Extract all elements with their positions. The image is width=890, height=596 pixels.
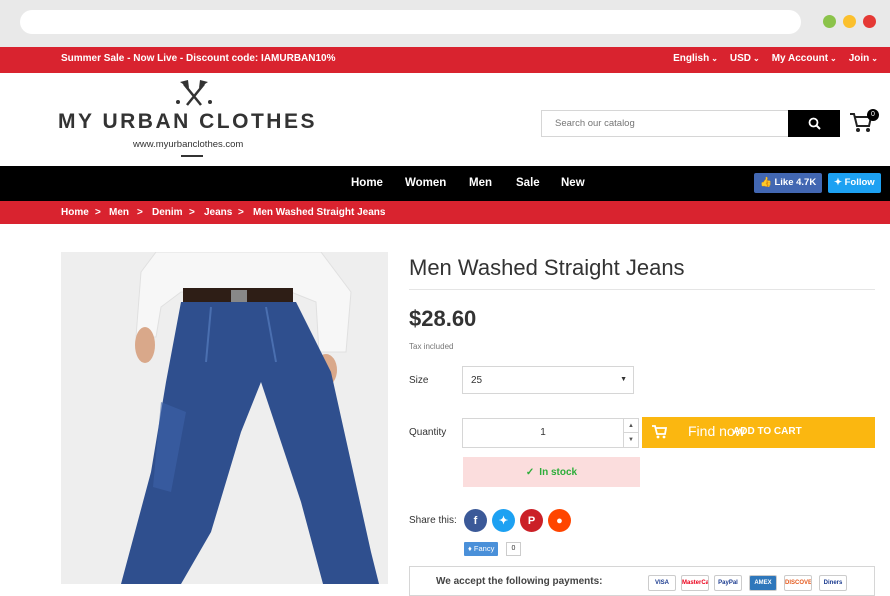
logo-url: www.myurbanclothes.com (133, 139, 244, 150)
quantity-input[interactable]: 1 (462, 418, 624, 448)
size-select[interactable]: 25 ▼ (462, 366, 634, 394)
cart-button[interactable]: 0 (849, 109, 879, 136)
window-close-dot[interactable] (863, 15, 876, 28)
jeans-model-image (121, 252, 379, 584)
nav-men[interactable]: Men (469, 177, 492, 189)
my-account-menu[interactable]: My Account ⌄ (772, 53, 837, 64)
add-to-cart-button[interactable]: Find now ADD TO CART (642, 417, 875, 448)
twitter-bird-icon: ✦ (834, 177, 842, 188)
nav-sale[interactable]: Sale (516, 177, 540, 189)
language-selector[interactable]: English ⌄ (673, 53, 718, 64)
twitter-follow-button[interactable]: ✦ Follow (828, 173, 881, 193)
visa-card-icon: VISA (648, 575, 676, 591)
payments-text: We accept the following payments: (436, 576, 603, 587)
chevron-down-icon: ⌄ (830, 54, 837, 63)
tax-note: Tax included (409, 342, 454, 351)
paypal-icon: PayPal (714, 575, 742, 591)
cart-count-badge: 0 (867, 109, 879, 121)
promo-text: Summer Sale - Now Live - Discount code: … (61, 53, 336, 64)
top-announcement-bar: Summer Sale - Now Live - Discount code: … (0, 47, 890, 73)
breadcrumb-separator: > (189, 207, 195, 218)
breadcrumb: Home > Men > Denim > Jeans > Men Washed … (0, 201, 890, 224)
nav-new[interactable]: New (561, 177, 585, 189)
site-logo[interactable]: MY URBAN CLOTHES www.myurbanclothes.com (58, 80, 328, 158)
fancy-count: 0 (506, 542, 521, 556)
breadcrumb-separator: > (137, 207, 143, 218)
facebook-share-icon[interactable]: f (464, 509, 487, 532)
payments-box: We accept the following payments: VISA M… (409, 566, 875, 596)
size-label: Size (409, 375, 429, 386)
chevron-down-icon: ⌄ (753, 54, 760, 63)
product-price: $28.60 (409, 306, 477, 331)
decrement-arrow-icon[interactable]: ▼ (624, 433, 638, 447)
breadcrumb-current: Men Washed Straight Jeans (253, 207, 386, 218)
product-title: Men Washed Straight Jeans (409, 255, 685, 280)
address-bar[interactable] (20, 10, 801, 34)
join-menu[interactable]: Join ⌄ (849, 53, 878, 64)
top-links: English ⌄ USD ⌄ My Account ⌄ Join ⌄ (673, 53, 890, 64)
increment-arrow-icon[interactable]: ▲ (624, 419, 638, 433)
fancy-icon: ♦ (468, 544, 472, 553)
breadcrumb-home[interactable]: Home (61, 207, 89, 218)
quantity-stepper[interactable]: ▲ ▼ (623, 418, 639, 448)
amex-icon: AMEX (749, 575, 777, 591)
breadcrumb-denim[interactable]: Denim (152, 207, 183, 218)
nav-home[interactable]: Home (351, 177, 383, 189)
mastercard-icon: MasterCard (681, 575, 709, 591)
title-divider (409, 289, 875, 290)
quantity-label: Quantity (409, 427, 447, 438)
reddit-share-icon[interactable]: ● (548, 509, 571, 532)
breadcrumb-jeans[interactable]: Jeans (204, 207, 232, 218)
cart-icon (652, 425, 667, 439)
pinterest-share-icon[interactable]: P (520, 509, 543, 532)
facebook-like-button[interactable]: 👍 Like 4.7K (754, 173, 823, 193)
chevron-down-icon: ⌄ (711, 54, 718, 63)
breadcrumb-separator: > (238, 207, 244, 218)
window-minimize-dot[interactable] (823, 15, 836, 28)
twitter-share-icon[interactable]: ✦ (492, 509, 515, 532)
share-label: Share this: (409, 515, 457, 526)
window-maximize-dot[interactable] (843, 15, 856, 28)
fancy-button[interactable]: ♦ Fancy (464, 542, 499, 556)
search-icon (808, 117, 821, 130)
discover-icon: DISCOVER (784, 575, 812, 591)
thumbs-up-icon: 👍 (760, 177, 772, 188)
check-icon: ✓ (525, 466, 535, 478)
breadcrumb-separator: > (95, 207, 101, 218)
chevron-down-icon: ⌄ (871, 54, 878, 63)
stock-status-badge: ✓ In stock (463, 457, 640, 487)
nav-women[interactable]: Women (405, 177, 446, 189)
logo-divider (181, 155, 203, 157)
add-to-cart-label: ADD TO CART (733, 426, 802, 437)
browser-toolbar (0, 0, 890, 47)
diners-club-icon: Diners (819, 575, 847, 591)
currency-selector[interactable]: USD ⌄ (730, 53, 760, 64)
caret-down-icon: ▼ (620, 376, 627, 383)
search-input[interactable] (541, 110, 789, 137)
logo-wordmark: MY URBAN CLOTHES (58, 110, 317, 133)
crossed-axes-icon (176, 80, 212, 106)
product-image[interactable] (61, 252, 388, 584)
size-select-value: 25 (471, 375, 483, 386)
search-button[interactable] (788, 110, 840, 137)
breadcrumb-men[interactable]: Men (109, 207, 129, 218)
